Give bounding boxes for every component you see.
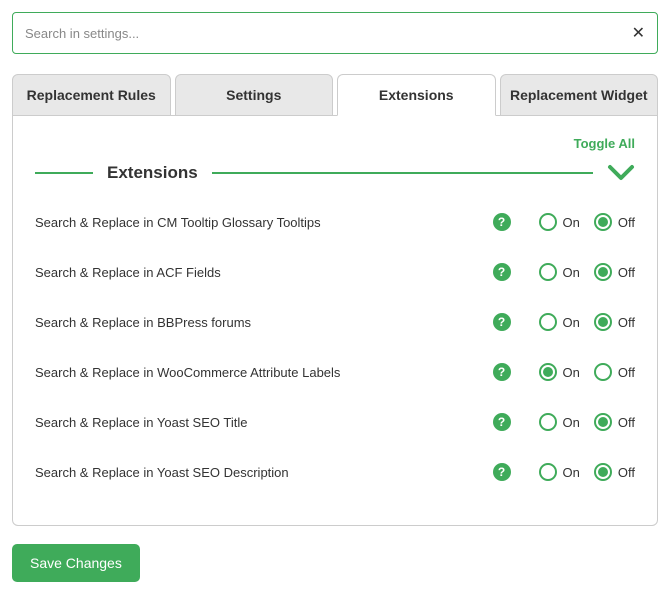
- radio-off-label: Off: [618, 415, 635, 430]
- radio-group: On Off: [531, 363, 635, 381]
- divider: [35, 172, 93, 174]
- help-icon[interactable]: ?: [493, 413, 511, 431]
- radio-on[interactable]: [539, 313, 557, 331]
- radio-on-label: On: [563, 465, 580, 480]
- setting-row: Search & Replace in CM Tooltip Glossary …: [35, 197, 635, 247]
- radio-group: On Off: [531, 213, 635, 231]
- radio-off[interactable]: [594, 363, 612, 381]
- radio-on[interactable]: [539, 363, 557, 381]
- tab-replacement-widget[interactable]: Replacement Widget: [500, 74, 659, 116]
- radio-on[interactable]: [539, 263, 557, 281]
- radio-off[interactable]: [594, 263, 612, 281]
- setting-row: Search & Replace in Yoast SEO Descriptio…: [35, 447, 635, 497]
- section-header: Extensions: [35, 163, 635, 183]
- radio-on[interactable]: [539, 463, 557, 481]
- setting-row: Search & Replace in ACF Fields ? On Off: [35, 247, 635, 297]
- radio-group: On Off: [531, 413, 635, 431]
- radio-on-label: On: [563, 315, 580, 330]
- setting-label: Search & Replace in CM Tooltip Glossary …: [35, 215, 493, 230]
- search-box: ✕: [12, 12, 658, 54]
- radio-off[interactable]: [594, 413, 612, 431]
- radio-on[interactable]: [539, 213, 557, 231]
- radio-off-label: Off: [618, 465, 635, 480]
- tab-replacement-rules[interactable]: Replacement Rules: [12, 74, 171, 116]
- divider: [212, 172, 593, 174]
- panel-extensions: Toggle All Extensions Search & Replace i…: [12, 115, 658, 526]
- toggle-all[interactable]: Toggle All: [35, 136, 635, 151]
- help-icon[interactable]: ?: [493, 363, 511, 381]
- setting-label: Search & Replace in BBPress forums: [35, 315, 493, 330]
- setting-label: Search & Replace in WooCommerce Attribut…: [35, 365, 493, 380]
- tab-extensions[interactable]: Extensions: [337, 74, 496, 116]
- tab-settings[interactable]: Settings: [175, 74, 334, 116]
- section-title: Extensions: [107, 163, 198, 183]
- help-icon[interactable]: ?: [493, 213, 511, 231]
- radio-on[interactable]: [539, 413, 557, 431]
- radio-group: On Off: [531, 463, 635, 481]
- radio-off-label: Off: [618, 265, 635, 280]
- radio-off-label: Off: [618, 215, 635, 230]
- radio-off-label: Off: [618, 365, 635, 380]
- help-icon[interactable]: ?: [493, 463, 511, 481]
- setting-row: Search & Replace in BBPress forums ? On …: [35, 297, 635, 347]
- setting-label: Search & Replace in ACF Fields: [35, 265, 493, 280]
- radio-off[interactable]: [594, 463, 612, 481]
- setting-label: Search & Replace in Yoast SEO Title: [35, 415, 493, 430]
- radio-on-label: On: [563, 215, 580, 230]
- help-icon[interactable]: ?: [493, 263, 511, 281]
- save-button[interactable]: Save Changes: [12, 544, 140, 582]
- setting-row: Search & Replace in Yoast SEO Title ? On…: [35, 397, 635, 447]
- radio-on-label: On: [563, 265, 580, 280]
- radio-off[interactable]: [594, 313, 612, 331]
- tabs: Replacement Rules Settings Extensions Re…: [12, 74, 658, 116]
- setting-row: Search & Replace in WooCommerce Attribut…: [35, 347, 635, 397]
- help-icon[interactable]: ?: [493, 313, 511, 331]
- setting-label: Search & Replace in Yoast SEO Descriptio…: [35, 465, 493, 480]
- chevron-down-icon[interactable]: [607, 163, 635, 183]
- radio-group: On Off: [531, 313, 635, 331]
- radio-on-label: On: [563, 365, 580, 380]
- radio-on-label: On: [563, 415, 580, 430]
- radio-group: On Off: [531, 263, 635, 281]
- radio-off[interactable]: [594, 213, 612, 231]
- clear-icon[interactable]: ✕: [632, 23, 645, 43]
- radio-off-label: Off: [618, 315, 635, 330]
- search-input[interactable]: [25, 26, 632, 41]
